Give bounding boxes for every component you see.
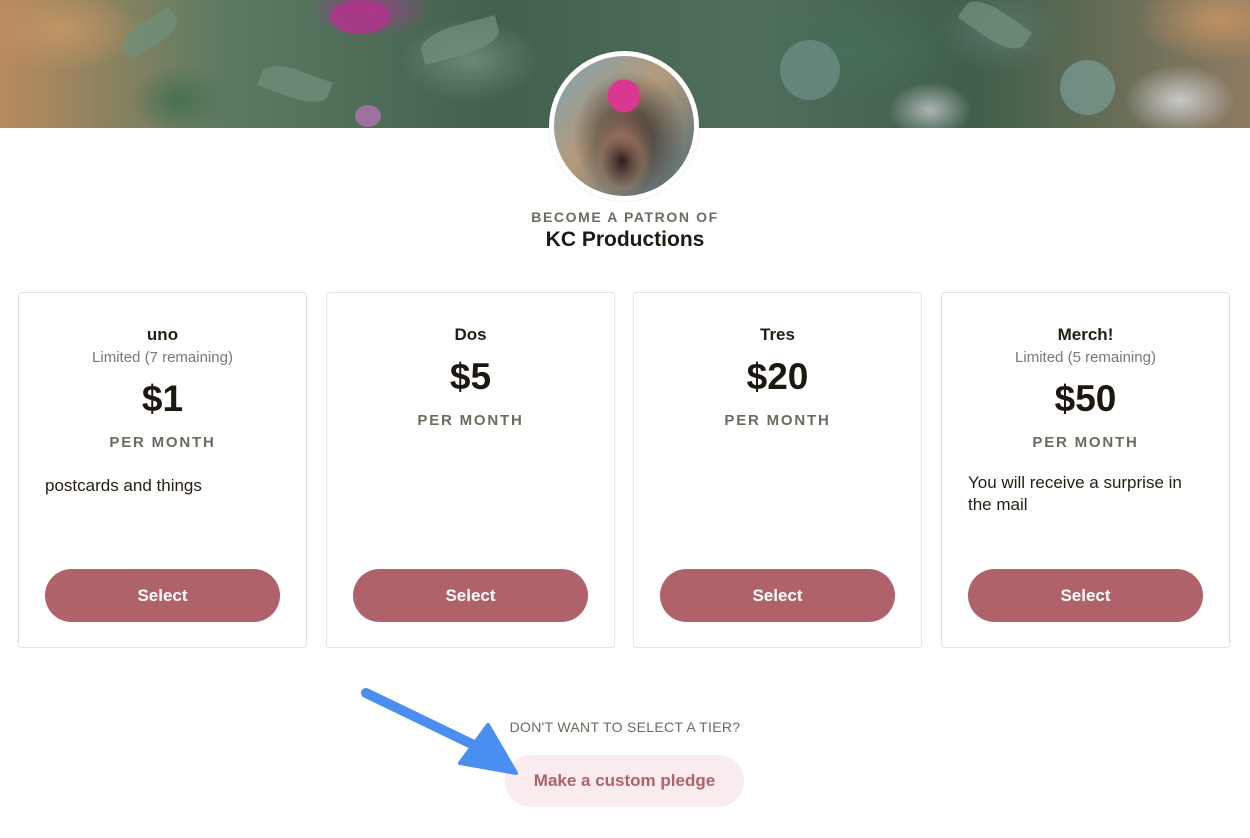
tier-price: $50: [1054, 378, 1117, 419]
select-tier-button[interactable]: Select: [660, 569, 895, 622]
tier-period: PER MONTH: [109, 434, 216, 451]
custom-pledge-button[interactable]: Make a custom pledge: [505, 755, 744, 807]
tier-price: $5: [449, 356, 492, 397]
creator-avatar: [549, 51, 699, 201]
tier-card-merch: Merch! Limited (5 remaining) $50 PER MON…: [941, 292, 1230, 648]
tier-description: postcards and things: [45, 476, 202, 495]
tier-period: PER MONTH: [724, 412, 831, 429]
select-tier-button[interactable]: Select: [45, 569, 280, 622]
annotation-arrow-icon: [361, 688, 518, 775]
tier-price: $20: [746, 356, 809, 397]
tier-name: Dos: [454, 325, 487, 344]
tier-limit: Limited (7 remaining): [92, 349, 233, 366]
avatar-photo: [554, 56, 694, 196]
select-tier-button[interactable]: Select: [968, 569, 1203, 622]
tier-name: Merch!: [1057, 325, 1114, 344]
tier-period: PER MONTH: [417, 412, 524, 429]
tier-period: PER MONTH: [1032, 434, 1139, 451]
select-tier-button[interactable]: Select: [353, 569, 588, 622]
tier-card-dos: Dos $5 PER MONTH Select: [326, 292, 615, 648]
tier-name: Tres: [760, 325, 795, 344]
tier-description: You will receive a surprise in the mail: [968, 473, 1182, 514]
tier-card-uno: uno Limited (7 remaining) $1 PER MONTH p…: [18, 292, 307, 648]
become-patron-label: BECOME A PATRON OF: [531, 209, 719, 225]
custom-pledge-prompt: DON'T WANT TO SELECT A TIER?: [509, 719, 741, 735]
tier-limit: Limited (5 remaining): [1015, 349, 1156, 366]
tier-card-tres: Tres $20 PER MONTH Select: [633, 292, 922, 648]
creator-name: KC Productions: [545, 228, 705, 251]
tier-name: uno: [146, 325, 179, 344]
tier-price: $1: [141, 378, 184, 419]
